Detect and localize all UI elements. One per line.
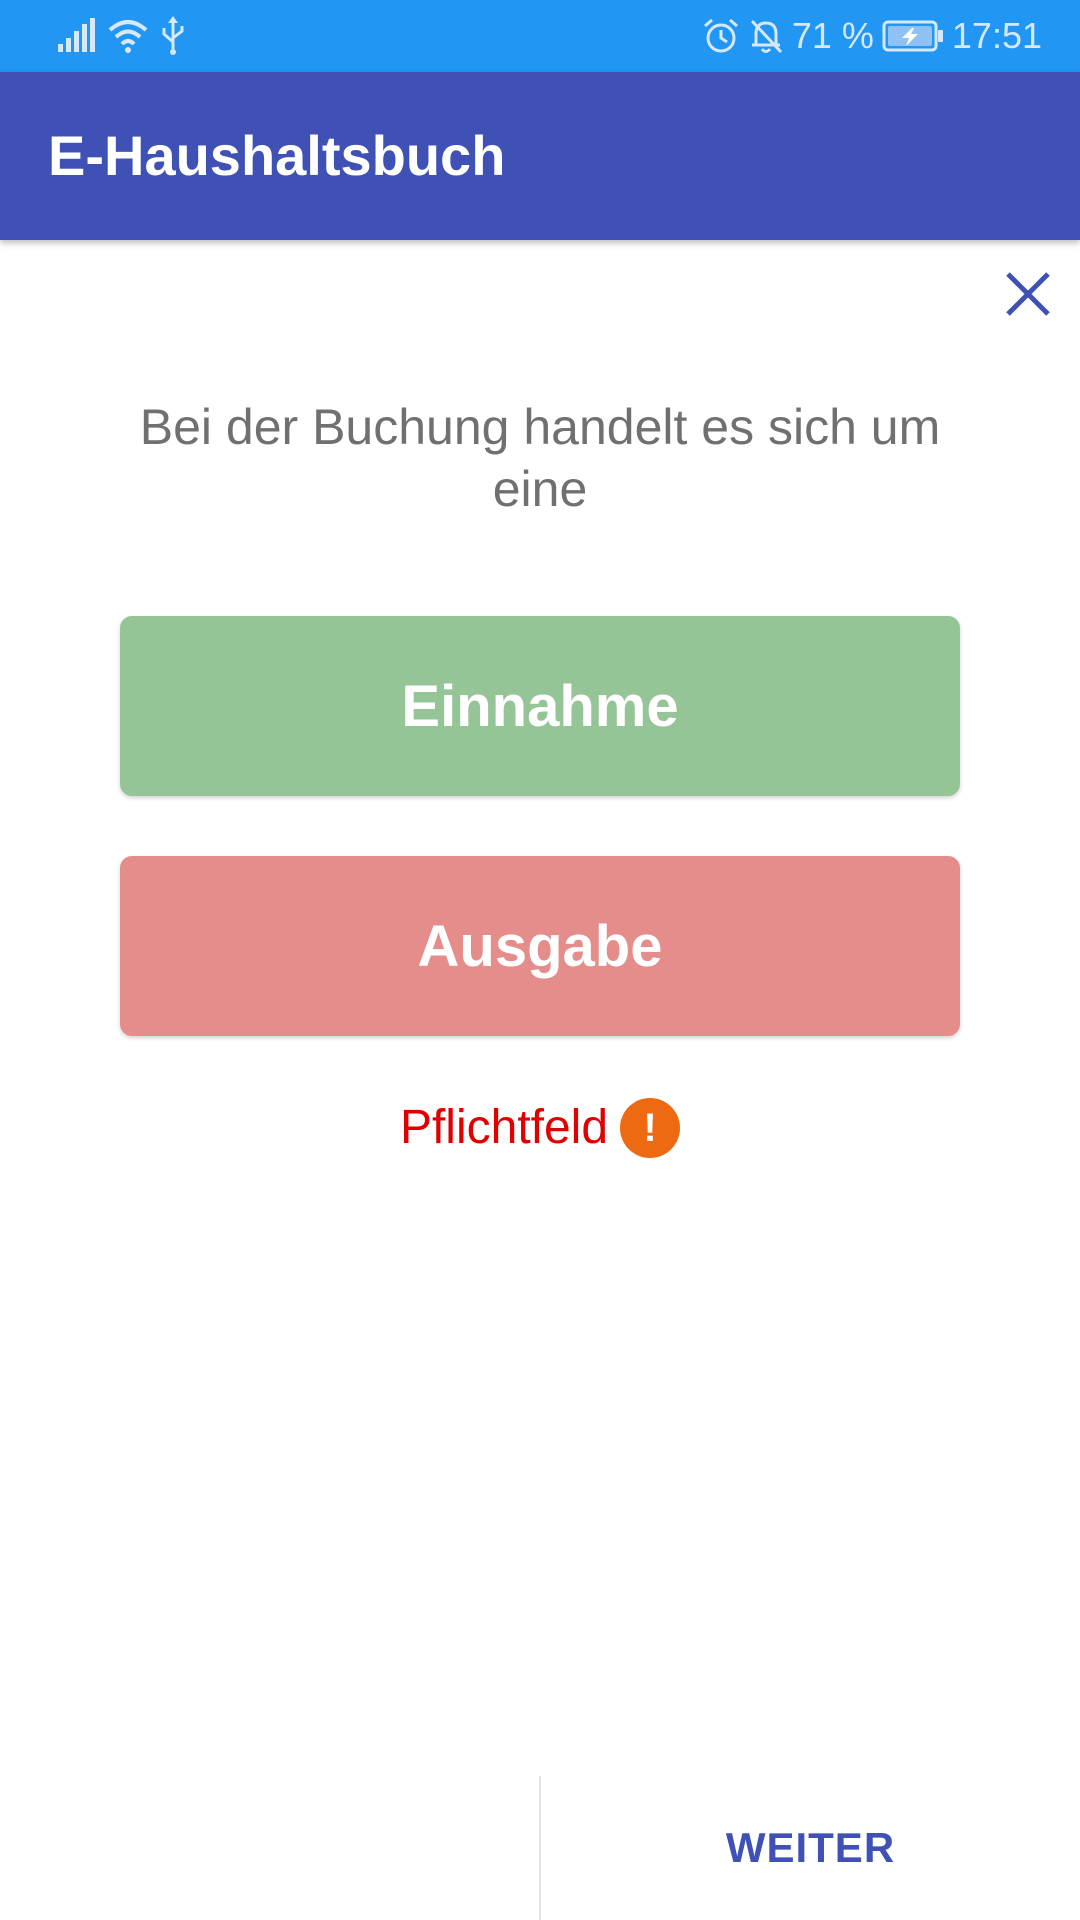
status-left-icons [56, 14, 186, 58]
status-bar: 71 % 17:51 [0, 0, 1080, 72]
required-field-error: Pflichtfeld ! [0, 1096, 1080, 1160]
footer-left-area [0, 1776, 539, 1920]
warning-icon: ! [620, 1098, 681, 1158]
status-right-icons: 71 % 17:51 [702, 12, 1042, 60]
next-button[interactable]: WEITER [541, 1776, 1080, 1920]
expense-button-label: Ausgabe [417, 913, 663, 979]
usb-icon [162, 16, 184, 55]
battery-percent: 71 % [791, 15, 874, 56]
notifications-off-icon [750, 19, 782, 54]
required-field-label: Pflichtfeld [399, 1101, 609, 1154]
income-button[interactable]: Einnahme [120, 616, 960, 796]
booking-type-prompt: Bei der Buchung handelt es sich um eine [139, 399, 941, 517]
app-bar: E-Haushaltsbuch [0, 72, 1080, 240]
app-title: E-Haushaltsbuch [48, 124, 506, 187]
expense-button[interactable]: Ausgabe [120, 856, 960, 1036]
close-button[interactable] [1000, 266, 1056, 322]
income-button-label: Einnahme [401, 673, 679, 739]
clock: 17:51 [951, 15, 1042, 56]
wifi-icon [108, 20, 148, 53]
battery-charging-icon [882, 20, 943, 52]
alarm-icon [703, 18, 738, 53]
signal-icon [58, 18, 95, 52]
close-icon [1006, 272, 1050, 316]
